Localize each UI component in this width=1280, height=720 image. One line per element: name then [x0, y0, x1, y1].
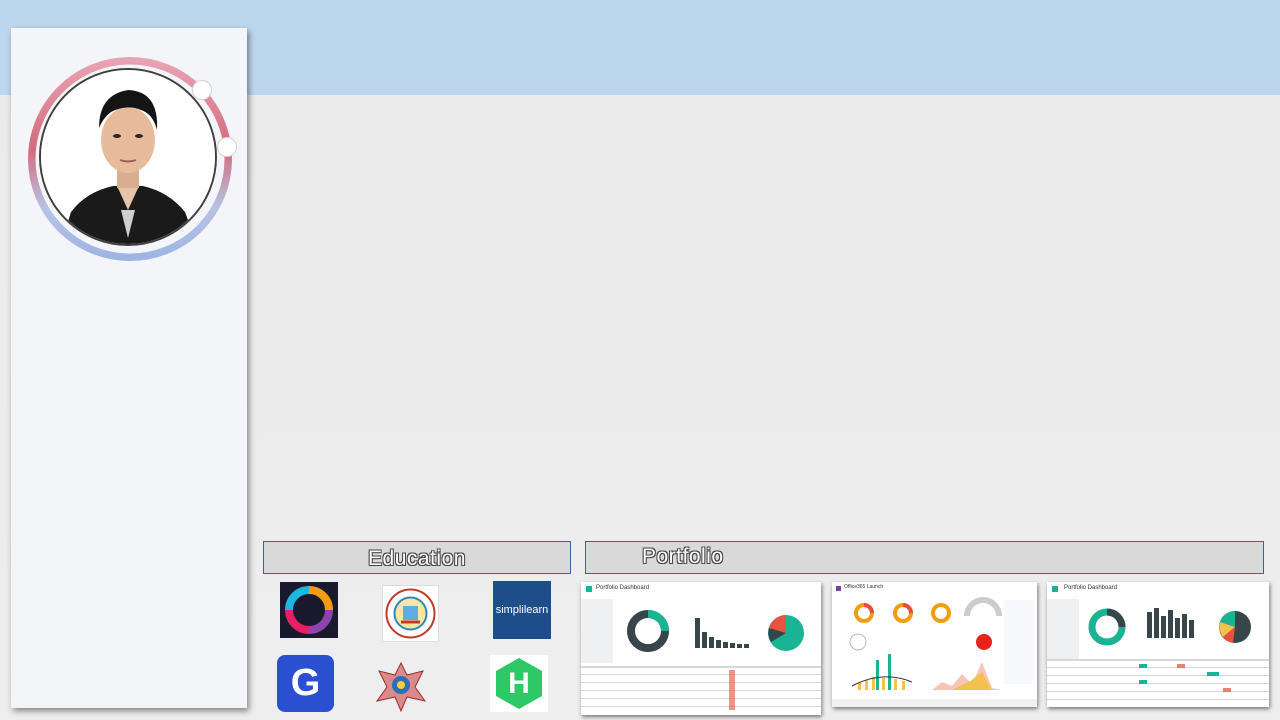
- emblem-logo[interactable]: [373, 657, 430, 713]
- portfolio-thumbnail-3[interactable]: Portfolio Dashboard: [1047, 582, 1269, 707]
- simplilearn-logo-text: simplilearn: [495, 604, 549, 616]
- colorful-swirl-logo[interactable]: [280, 582, 338, 638]
- person-avatar-icon: [41, 70, 215, 244]
- profile-photo: [39, 68, 217, 246]
- simplilearn-logo[interactable]: simplilearn: [493, 581, 551, 639]
- portfolio-thumbnail-2-title: Office365 Launch: [844, 584, 884, 590]
- hackerrank-logo-text: H: [508, 667, 530, 700]
- portfolio-thumbnail-1[interactable]: Portfolio Dashboard: [581, 582, 821, 715]
- ring-dot-right: [217, 137, 237, 157]
- portfolio-thumbnail-1-title: Portfolio Dashboard: [596, 585, 650, 591]
- university-seal-logo[interactable]: [382, 585, 439, 642]
- g-letter-logo[interactable]: G: [277, 655, 334, 712]
- portfolio-thumbnail-2[interactable]: Office365 Launch: [832, 582, 1037, 707]
- hackerrank-logo[interactable]: H: [490, 655, 548, 712]
- g-letter-logo-text: G: [290, 662, 321, 704]
- education-header: Education: [263, 541, 571, 574]
- portfolio-thumbnail-3-title: Portfolio Dashboard: [1064, 585, 1118, 591]
- portfolio-header: Portfolio: [585, 541, 1264, 574]
- ring-dot-top: [192, 80, 212, 100]
